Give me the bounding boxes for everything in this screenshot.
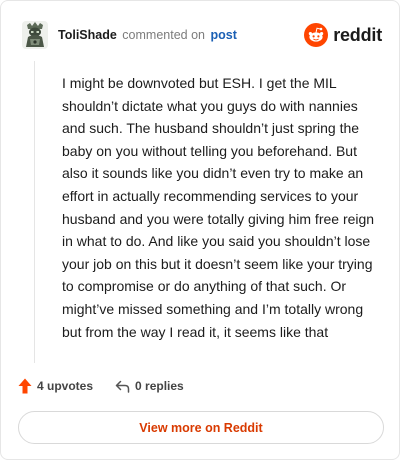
comment-actions: 4 upvotes 0 replies <box>18 378 184 394</box>
view-more-button[interactable]: View more on Reddit <box>18 411 384 444</box>
reply-arrow-icon <box>115 380 130 393</box>
upvote-arrow-icon <box>18 378 32 394</box>
reddit-wordmark: reddit <box>333 24 382 45</box>
comment-meta: ToliShade commented on post <box>58 28 237 42</box>
reply-button[interactable]: 0 replies <box>115 379 184 393</box>
upvote-button[interactable]: 4 upvotes <box>18 378 93 394</box>
upvote-count: 4 upvotes <box>37 379 94 393</box>
comment-header: ToliShade commented on post reddit <box>22 21 382 49</box>
reddit-logo[interactable]: reddit <box>304 23 382 47</box>
post-link[interactable]: post <box>210 28 236 42</box>
reply-count: 0 replies <box>135 379 184 393</box>
comment-body: I might be downvoted but ESH. I get the … <box>62 75 375 340</box>
thread-line <box>34 61 35 363</box>
username-link[interactable]: ToliShade <box>58 28 117 42</box>
meta-verb: commented on <box>122 28 205 42</box>
reddit-comment-embed: ToliShade commented on post reddit I mig… <box>0 0 400 460</box>
avatar-image-icon <box>22 21 48 49</box>
user-avatar[interactable] <box>22 21 48 49</box>
reddit-snoo-icon <box>304 23 329 47</box>
